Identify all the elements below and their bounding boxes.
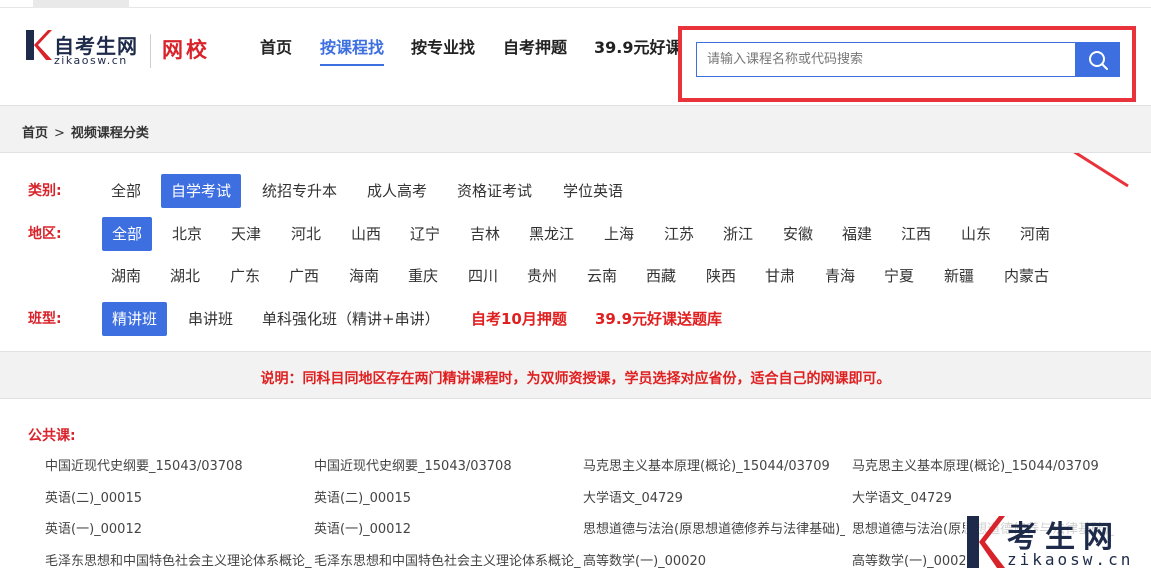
region-item[interactable]: 江西 <box>891 217 941 251</box>
region-item[interactable]: 北京 <box>162 217 212 251</box>
category-upgrade[interactable]: 统招专升本 <box>252 174 347 208</box>
breadcrumb: 首页 > 视频课程分类 <box>22 122 149 141</box>
region-item[interactable]: 天津 <box>221 217 271 251</box>
course-link[interactable]: 英语(一)_00012 <box>45 518 307 537</box>
course-link[interactable]: 英语(一)_00012 <box>314 518 576 537</box>
logo-k-icon <box>26 30 52 60</box>
region-item[interactable]: 江苏 <box>654 217 704 251</box>
nav-good-course[interactable]: 39.9元好课 <box>594 34 681 58</box>
search-input[interactable] <box>696 42 1075 77</box>
promo-exam-predict-link[interactable]: 自考10月押题 <box>461 302 577 336</box>
category-adult[interactable]: 成人高考 <box>357 174 437 208</box>
region-item[interactable]: 四川 <box>458 259 508 293</box>
course-link[interactable]: 大学语文_04729 <box>583 487 845 506</box>
notice-bar: 说明：同科目同地区存在两门精讲课程时，为双师资授课，学员选择对应省份，适合自己的… <box>0 351 1151 399</box>
region-item[interactable]: 贵州 <box>517 259 567 293</box>
course-link[interactable]: 中国近现代史纲要_15043/03708 <box>45 455 307 474</box>
category-all[interactable]: 全部 <box>101 174 151 208</box>
category-cert[interactable]: 资格证考试 <box>447 174 542 208</box>
category-self-study[interactable]: 自学考试 <box>161 174 242 208</box>
course-link[interactable]: 高等数学(一)_00020 <box>583 550 845 569</box>
breadcrumb-separator: > <box>54 126 65 141</box>
classtype-intensive[interactable]: 精讲班 <box>102 302 168 336</box>
breadcrumb-current: 视频课程分类 <box>70 126 149 141</box>
watermark-logo: 考生网 zikaosw.cn <box>965 512 1151 574</box>
region-item[interactable]: 安徽 <box>773 217 823 251</box>
classtype-label: 班型: <box>28 311 62 327</box>
nav-home[interactable]: 首页 <box>260 34 292 58</box>
nav-by-major[interactable]: 按专业找 <box>411 34 475 58</box>
course-link[interactable]: 马克思主义基本原理(概论)_15044/03709 <box>583 455 845 474</box>
classtype-review[interactable]: 串讲班 <box>178 302 243 336</box>
region-item[interactable]: 广东 <box>220 259 270 293</box>
site-logo[interactable]: 自考生网 zikaosw.cn <box>26 30 156 74</box>
nav-by-course[interactable]: 按课程找 <box>320 34 384 58</box>
region-item[interactable]: 浙江 <box>713 217 763 251</box>
region-item[interactable]: 福建 <box>832 217 882 251</box>
region-item[interactable]: 重庆 <box>398 259 448 293</box>
classtype-single-subject[interactable]: 单科强化班（精讲+串讲） <box>252 302 450 336</box>
course-link[interactable]: 马克思主义基本原理(概论)_15044/03709 <box>852 455 1114 474</box>
course-link[interactable]: 中国近现代史纲要_15043/03708 <box>314 455 576 474</box>
section-title-public: 公共课: <box>28 428 76 444</box>
region-item[interactable]: 宁夏 <box>874 259 924 293</box>
breadcrumb-home[interactable]: 首页 <box>22 126 48 141</box>
nav-exam-predict[interactable]: 自考押题 <box>503 34 567 58</box>
region-item[interactable]: 上海 <box>594 217 644 251</box>
category-degree-english[interactable]: 学位英语 <box>553 174 633 208</box>
promo-good-course-link[interactable]: 39.9元好课送题库 <box>585 302 732 336</box>
region-item[interactable]: 海南 <box>339 259 389 293</box>
region-item[interactable]: 广西 <box>279 259 329 293</box>
watermark-k-icon <box>967 516 1005 568</box>
region-item[interactable]: 陕西 <box>696 259 746 293</box>
category-label: 类别: <box>28 183 62 199</box>
logo-divider <box>150 34 151 68</box>
top-strip <box>0 0 1151 8</box>
course-link[interactable]: 大学语文_04729 <box>852 487 1114 506</box>
region-item[interactable]: 黑龙江 <box>519 217 584 251</box>
region-item[interactable]: 吉林 <box>460 217 510 251</box>
search-icon <box>1088 50 1108 70</box>
course-link[interactable]: 英语(二)_00015 <box>45 487 307 506</box>
region-item[interactable]: 内蒙古 <box>994 259 1059 293</box>
region-item[interactable]: 湖南 <box>101 259 151 293</box>
region-item[interactable]: 山东 <box>951 217 1001 251</box>
logo-en: zikaosw.cn <box>54 54 128 67</box>
breadcrumb-bar: 首页 > 视频课程分类 <box>0 105 1151 153</box>
region-item[interactable]: 云南 <box>577 259 627 293</box>
region-item[interactable]: 山西 <box>341 217 391 251</box>
region-item[interactable]: 青海 <box>815 259 865 293</box>
wangxiao-label: 网校 <box>162 38 210 62</box>
region-item[interactable]: 湖北 <box>160 259 210 293</box>
course-link[interactable]: 毛泽东思想和中国特色社会主义理论体系概论_1 <box>314 550 582 569</box>
course-link[interactable]: 英语(二)_00015 <box>314 487 576 506</box>
region-item[interactable]: 西藏 <box>636 259 686 293</box>
search-button[interactable] <box>1075 42 1120 77</box>
top-tab <box>33 0 129 8</box>
nav-active-underline <box>320 64 384 66</box>
watermark-en: zikaosw.cn <box>1007 550 1134 569</box>
region-label: 地区: <box>28 226 62 242</box>
region-item[interactable]: 河北 <box>281 217 331 251</box>
course-link[interactable]: 思想道德与法治(原思想道德修养与法律基础)_1 <box>583 518 845 537</box>
region-item[interactable]: 全部 <box>102 217 153 251</box>
notice-text: 说明：同科目同地区存在两门精讲课程时，为双师资授课，学员选择对应省份，适合自己的… <box>260 371 891 387</box>
region-item[interactable]: 甘肃 <box>755 259 805 293</box>
region-item[interactable]: 河南 <box>1010 217 1060 251</box>
course-link[interactable]: 毛泽东思想和中国特色社会主义理论体系概论_1 <box>45 550 313 569</box>
region-item[interactable]: 辽宁 <box>400 217 450 251</box>
region-item[interactable]: 新疆 <box>934 259 984 293</box>
